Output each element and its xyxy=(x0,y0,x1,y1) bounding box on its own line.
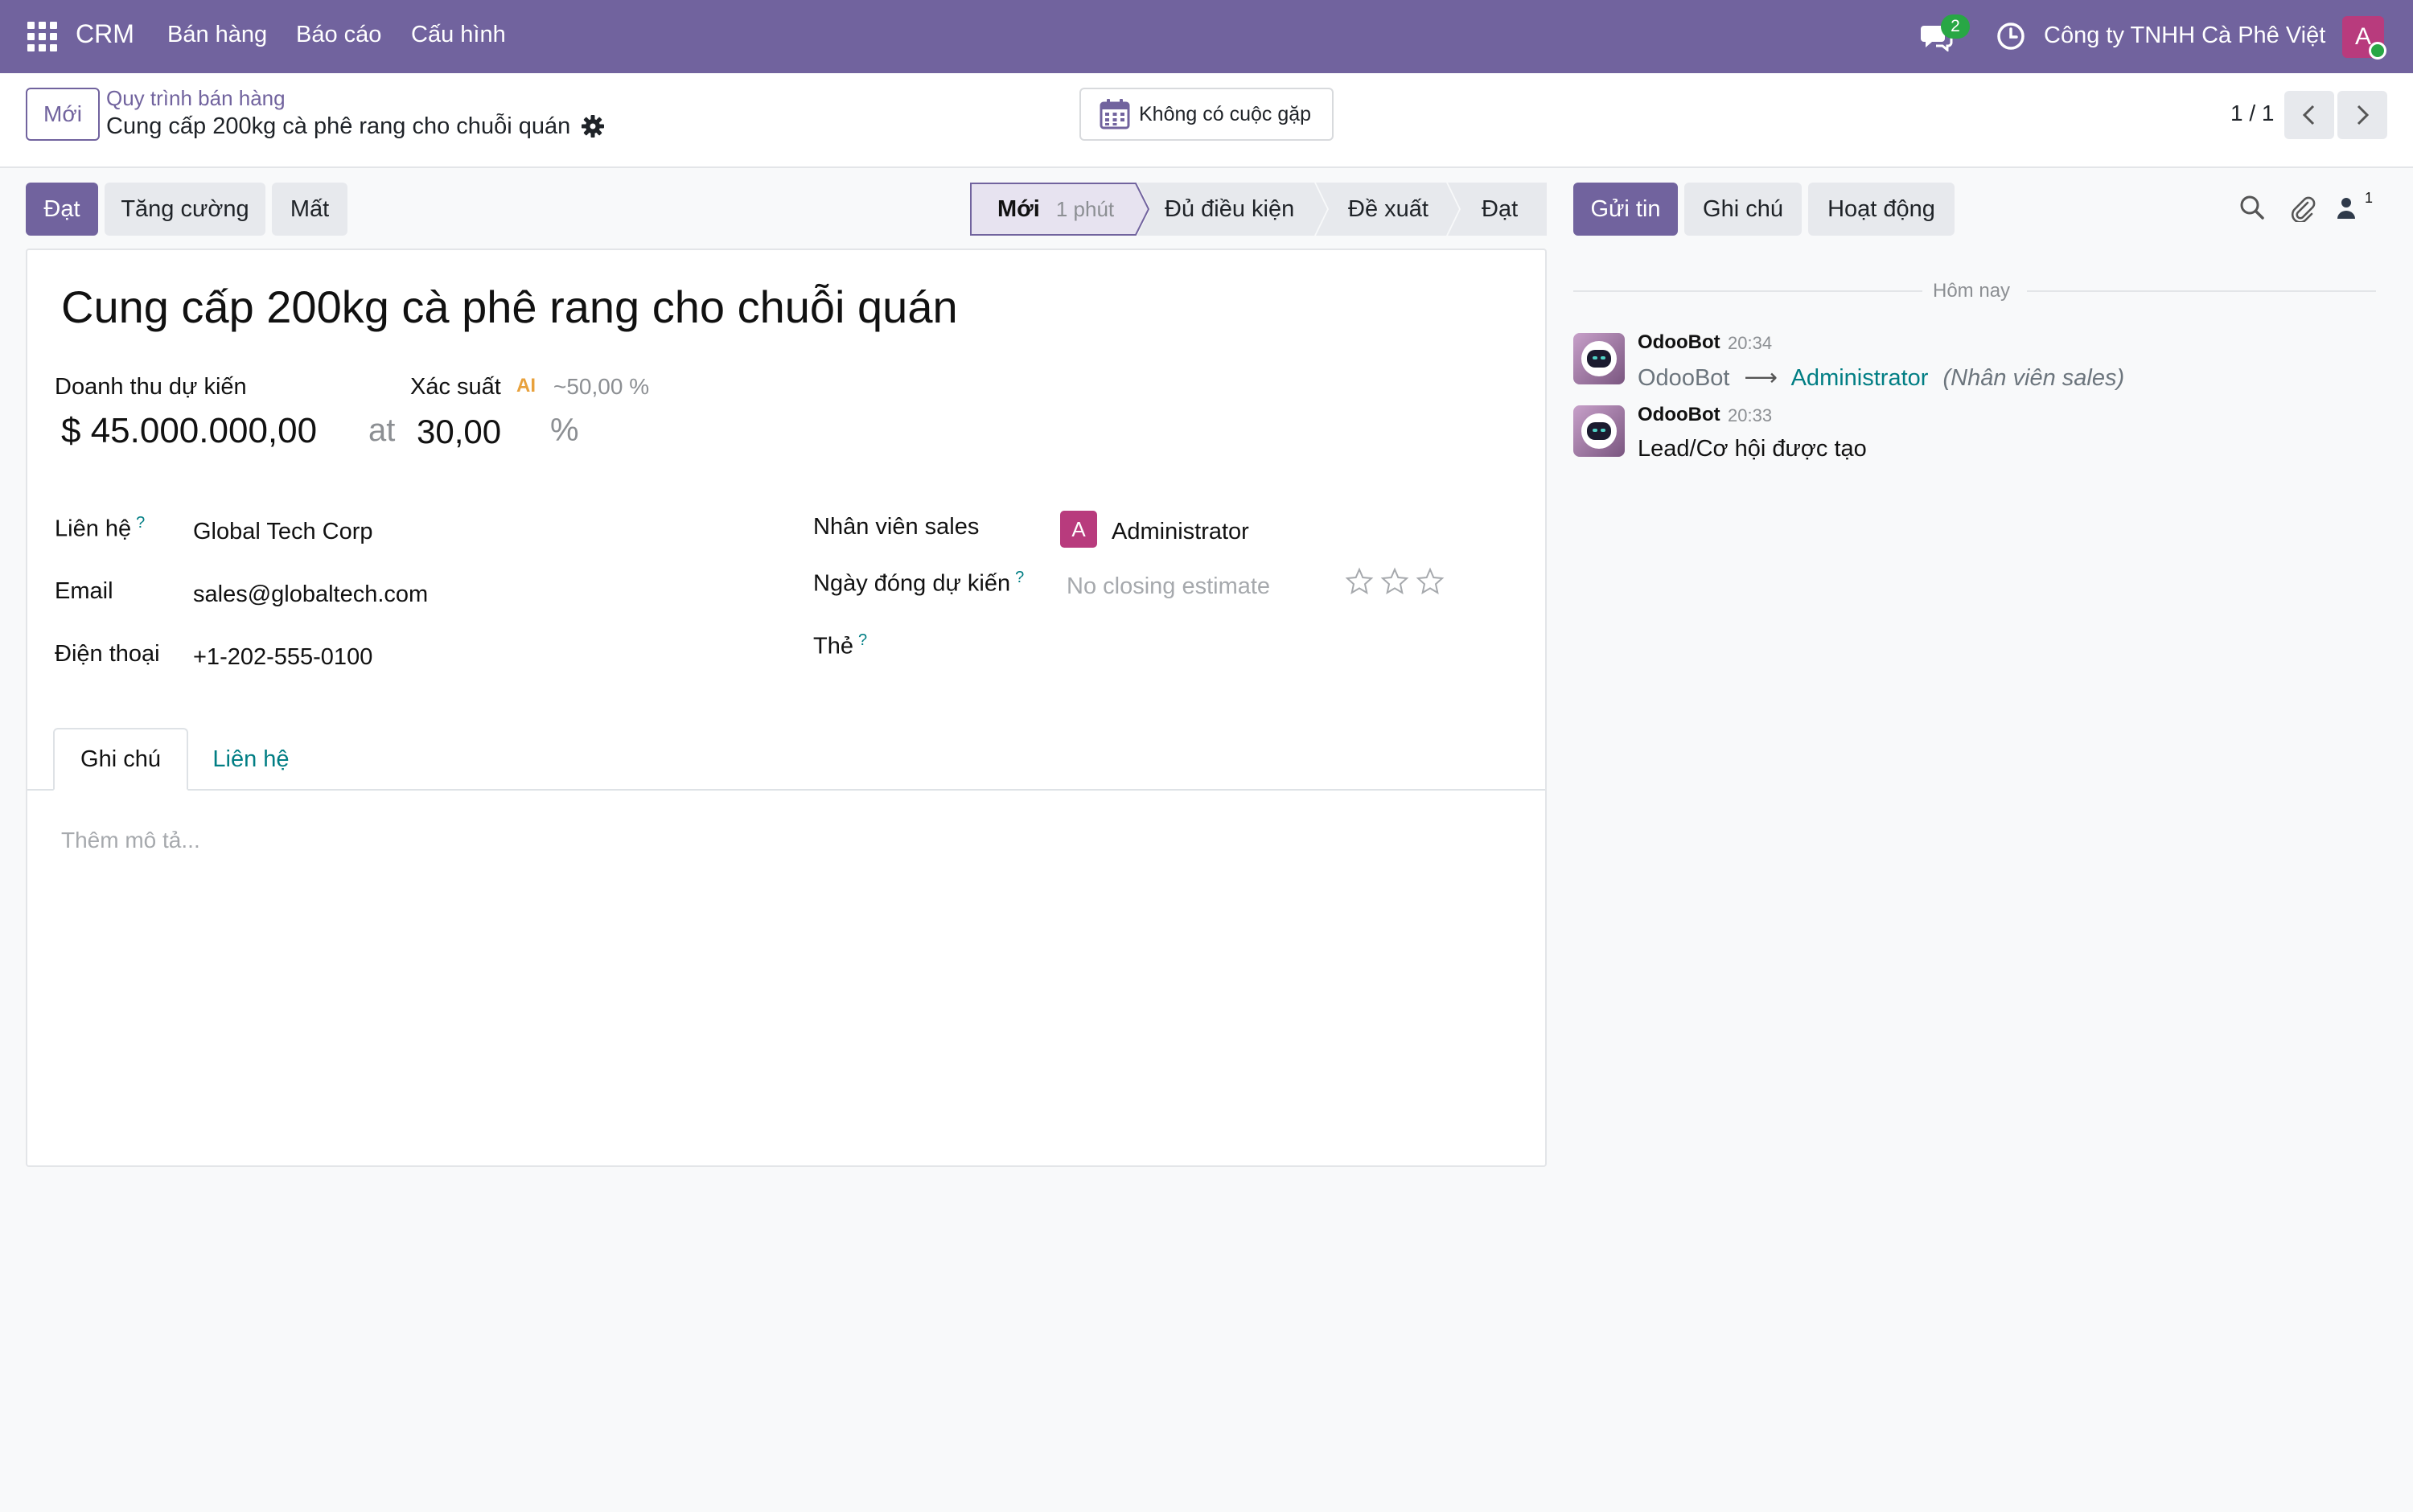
chevron-right-icon xyxy=(2357,105,2370,125)
salesperson-label: Nhân viên sales xyxy=(813,514,980,540)
ai-probability-icon: AI xyxy=(516,375,536,395)
message-time: 20:34 xyxy=(1728,333,1773,353)
star-icon[interactable] xyxy=(1345,567,1374,596)
star-icon[interactable] xyxy=(1380,567,1409,596)
menu-reporting[interactable]: Báo cáo xyxy=(296,22,381,48)
contact-help-icon[interactable]: ? xyxy=(136,514,145,532)
star-icon[interactable] xyxy=(1416,567,1445,596)
chevron-left-icon xyxy=(2302,105,2315,125)
message-body: Lead/Cơ hội được tạo xyxy=(1638,436,1867,462)
followers-icon[interactable] xyxy=(2336,193,2357,222)
stage-qualified[interactable]: Đủ điều kiện xyxy=(1165,183,1294,236)
expected-closing-label: Ngày đóng dự kiến? xyxy=(813,569,1025,597)
email-label: Email xyxy=(55,578,113,604)
gear-icon[interactable] xyxy=(581,114,605,138)
tags-help-icon[interactable]: ? xyxy=(858,631,867,649)
opportunity-title[interactable]: Cung cấp 200kg cà phê rang cho chuỗi quá… xyxy=(61,281,958,333)
ai-icon-text: AI xyxy=(516,375,536,395)
stage-pipeline: Mới 1 phút Đủ điều kiện Đề xuất Đạt xyxy=(970,183,1547,236)
salesperson-avatar: A xyxy=(1060,511,1097,548)
meetings-label: Không có cuộc gặp xyxy=(1139,102,1312,125)
contact-field[interactable]: Global Tech Corp xyxy=(193,519,373,545)
breadcrumb-current-record: Cung cấp 200kg cà phê rang cho chuỗi quá… xyxy=(106,113,571,139)
meetings-smart-button[interactable]: Không có cuộc gặp xyxy=(1079,88,1334,141)
at-label: at xyxy=(368,413,396,448)
stage-proposition[interactable]: Đề xuất xyxy=(1348,183,1428,236)
expected-closing-field[interactable]: No closing estimate xyxy=(1067,573,1270,600)
probability-label: Xác suất xyxy=(410,374,501,400)
pager-value[interactable]: 1 / 1 xyxy=(2230,101,2274,126)
chat-count-badge: 2 xyxy=(1941,14,1970,39)
followers-count: 1 xyxy=(2365,190,2374,206)
send-message-button[interactable]: Gửi tin xyxy=(1573,183,1678,236)
app-grid-icon[interactable] xyxy=(27,22,58,52)
contact-label: Liên hệ? xyxy=(55,514,146,542)
tab-notes[interactable]: Ghi chú xyxy=(53,728,188,791)
probability-field[interactable]: 30,00 xyxy=(417,413,501,451)
top-navbar: CRM Bán hàng Báo cáo Cấu hình 2 Công ty … xyxy=(0,0,2413,73)
date-separator-line xyxy=(1573,290,1922,292)
pager-previous-button[interactable] xyxy=(2284,91,2334,139)
enrich-button[interactable]: Tăng cường xyxy=(105,183,265,236)
paperclip-icon[interactable] xyxy=(2288,193,2316,222)
arrow-right-icon: ⟶ xyxy=(1744,365,1778,391)
date-separator-label: Hôm nay xyxy=(1933,280,2011,302)
email-field[interactable]: sales@globaltech.com xyxy=(193,581,428,608)
tags-label: Thẻ? xyxy=(813,631,868,659)
message-author[interactable]: OdooBot xyxy=(1638,331,1720,354)
ai-probability-estimate: ~50,00 % xyxy=(553,374,650,399)
phone-label: Điện thoại xyxy=(55,641,160,667)
message-author[interactable]: OdooBot xyxy=(1638,404,1720,426)
notes-editor[interactable]: Thêm mô tả... xyxy=(61,828,200,853)
new-record-button[interactable]: Mới xyxy=(26,88,100,141)
date-separator-line xyxy=(2027,290,2376,292)
pager-next-button[interactable] xyxy=(2337,91,2387,139)
priority-widget xyxy=(1345,567,1445,596)
stage-new[interactable]: Mới 1 phút xyxy=(997,183,1114,236)
activities-button[interactable]: Hoạt động xyxy=(1808,183,1955,236)
expected-revenue-field[interactable]: $ 45.000.000,00 xyxy=(61,411,317,451)
tab-contacts[interactable]: Liên hệ xyxy=(198,728,304,791)
mark-lost-button[interactable]: Mất xyxy=(272,183,347,236)
tracking-field-name: (Nhân viên sales) xyxy=(1942,365,2125,391)
stage-new-label: Mới xyxy=(997,195,1040,222)
tracking-new-value: Administrator xyxy=(1790,365,1929,391)
company-switcher[interactable]: Công ty TNHH Cà Phê Việt xyxy=(2044,23,2325,49)
form-sheet: Cung cấp 200kg cà phê rang cho chuỗi quá… xyxy=(26,249,1547,1167)
odoobot-avatar[interactable] xyxy=(1573,405,1625,457)
breadcrumb-pipeline[interactable]: Quy trình bán hàng xyxy=(106,86,286,111)
message-time: 20:33 xyxy=(1728,405,1773,425)
menu-configuration[interactable]: Cấu hình xyxy=(411,22,506,48)
tracking-old-value: OdooBot xyxy=(1638,365,1730,391)
stage-new-duration: 1 phút xyxy=(1055,196,1115,221)
search-icon[interactable] xyxy=(2238,193,2267,222)
closing-help-icon[interactable]: ? xyxy=(1015,569,1024,586)
calendar-icon xyxy=(1100,99,1130,129)
tracking-message: OdooBot ⟶ Administrator (Nhân viên sales… xyxy=(1638,364,2124,392)
control-panel: Mới Quy trình bán hàng Cung cấp 200kg cà… xyxy=(0,73,2413,168)
expected-revenue-label: Doanh thu dự kiến xyxy=(55,374,247,400)
log-note-button[interactable]: Ghi chú xyxy=(1684,183,1802,236)
phone-field[interactable]: +1-202-555-0100 xyxy=(193,644,372,671)
mark-won-button[interactable]: Đạt xyxy=(26,183,98,236)
stage-won[interactable]: Đạt xyxy=(1482,183,1518,236)
app-brand[interactable]: CRM xyxy=(76,19,134,49)
odoobot-avatar[interactable] xyxy=(1573,333,1625,384)
online-status-indicator xyxy=(2369,42,2386,60)
activity-clock-icon[interactable] xyxy=(1996,22,2025,51)
menu-sales[interactable]: Bán hàng xyxy=(167,22,267,48)
salesperson-field[interactable]: Administrator xyxy=(1112,519,1249,545)
percent-sign: % xyxy=(550,413,579,448)
